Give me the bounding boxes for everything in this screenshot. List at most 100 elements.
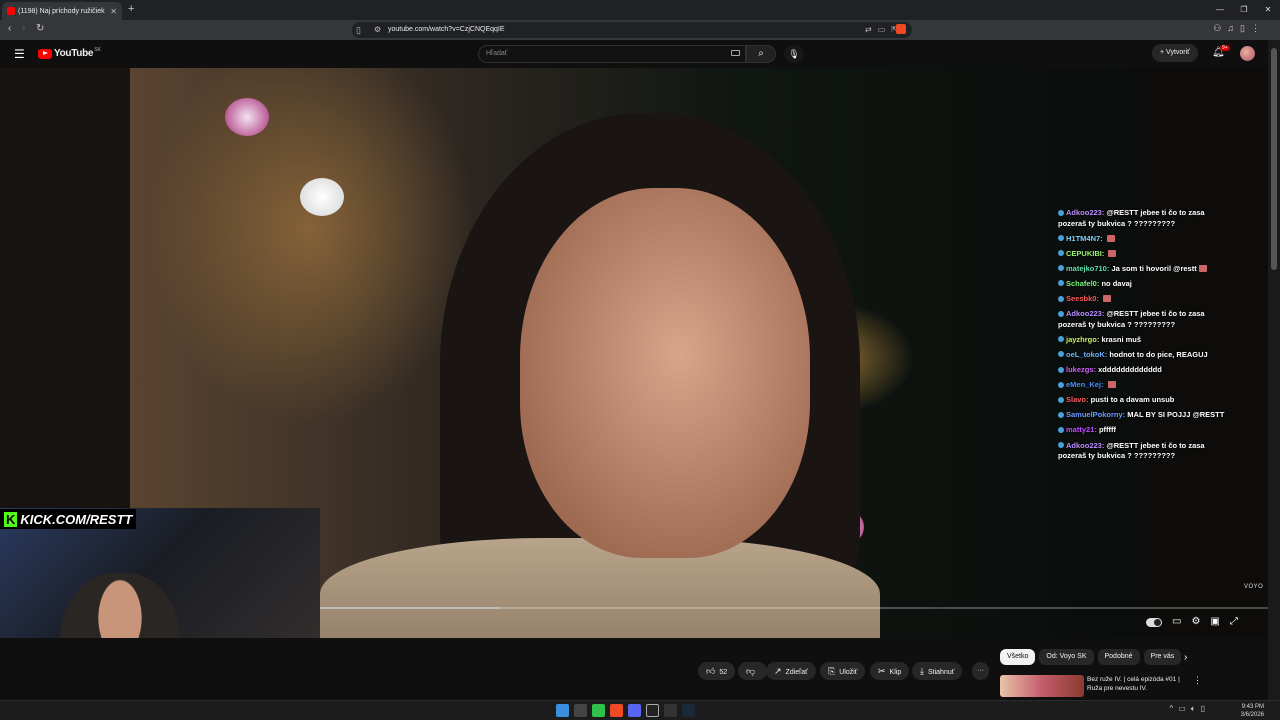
share-icon: ↗ (774, 666, 782, 676)
user-badge-icon (1058, 426, 1064, 433)
chat-text: hodnot to do pice, REAGUJ (1109, 349, 1208, 359)
chat-message: CEPUKIBI: (1058, 249, 1233, 260)
menu-icon[interactable]: ☰ (14, 47, 25, 61)
voice-search-button[interactable]: 🎙︎ (784, 45, 804, 63)
filter-chip[interactable]: Podobné (1097, 649, 1140, 665)
minimize-icon[interactable]: — (1208, 0, 1232, 20)
extensions-icons[interactable]: ⚇♫▯⋮ (1213, 23, 1266, 34)
recommended-video[interactable]: Bez ruže IV. | celá epizóda #01 | Ruža p… (1000, 675, 1202, 697)
fullscreen-icon[interactable]: ⤢ (1230, 616, 1238, 627)
miniplayer-icon[interactable]: ▣ (1210, 616, 1219, 627)
recommended-video-title[interactable]: Bez ruže IV. | celá epizóda #01 | Ruža p… (1087, 675, 1189, 693)
chat-text: Ja som ti hovoril @restt (1111, 263, 1197, 273)
forward-icon[interactable]: › (22, 23, 25, 34)
download-label: Stiahnuť (927, 669, 955, 676)
search-input[interactable]: Hľadať (478, 45, 746, 63)
person-face (520, 188, 810, 558)
subtitles-icon[interactable]: ▭ (1172, 616, 1181, 627)
kick-url-text: KICK.COM/RESTT (20, 511, 133, 527)
close-window-icon[interactable]: ✕ (1256, 0, 1280, 20)
user-badge-icon (1058, 381, 1064, 388)
browser-tabbar: (1198) Naj príchody ružičiek ✕ + — ❐ ✕ (0, 0, 1280, 20)
chat-text: xddddddddddddd (1098, 365, 1162, 375)
page-scrollbar[interactable] (1268, 40, 1280, 700)
player-controls: ▭ ⚙ ▣ ⤢ (1146, 616, 1238, 627)
avatar[interactable] (1240, 46, 1255, 61)
chat-message: oeL_tokoK: hodnot to do pice, REAGUJ (1058, 350, 1233, 361)
chat-username: eMen_Kej: (1066, 380, 1104, 390)
system-tray-icons[interactable]: ^▭🔈︎▯ (1169, 704, 1210, 714)
user-badge-icon (1058, 351, 1064, 358)
chat-username: matty21: (1066, 425, 1097, 435)
autoplay-toggle[interactable] (1146, 618, 1162, 627)
microphone-icon: 🎙︎ (788, 49, 800, 59)
filter-chip[interactable]: Od: Voyo SK (1039, 649, 1094, 665)
filter-chip[interactable]: Pre vás (1143, 649, 1182, 665)
region-code: SK (94, 46, 101, 53)
more-actions-button[interactable]: ··· (972, 662, 989, 680)
site-info-icon[interactable]: ⚙ (374, 22, 381, 38)
clip-button[interactable]: ✂ Klip (870, 662, 910, 680)
url-field[interactable]: ▯ ⚙ youtube.com/watch?v=CzjCNQEqqIE ⇄▭⇱ (352, 22, 912, 38)
user-badge-icon (1058, 280, 1064, 287)
chat-text: pusti to a davam unsub (1090, 395, 1175, 405)
new-tab-icon[interactable]: + (128, 3, 134, 15)
clock-date: 3/6/2026 (1240, 712, 1264, 718)
search-button[interactable]: ⌕ (746, 45, 776, 63)
chat-username: Slavo: (1066, 395, 1089, 405)
chat-message: Schafel0: no davaj (1058, 279, 1233, 290)
user-badge-icon (1058, 366, 1064, 373)
maximize-icon[interactable]: ❐ (1232, 0, 1256, 20)
discord-icon[interactable] (628, 704, 641, 717)
like-button[interactable]: 👍︎ 52 (698, 662, 736, 680)
video-thumbnail[interactable] (1000, 675, 1084, 697)
user-badge-icon (1058, 265, 1064, 272)
create-button[interactable]: + Vytvoriť (1152, 44, 1198, 62)
user-badge-icon (1058, 442, 1064, 448)
windows-start-icon[interactable] (556, 704, 569, 717)
chat-username: Seesbk0: (1066, 294, 1099, 304)
video-player[interactable]: K KICK.COM/RESTT Adkoo223: @RESTT jebee … (0, 68, 1268, 638)
video-menu-icon[interactable]: ⋮ (1193, 675, 1202, 686)
close-tab-icon[interactable]: ✕ (110, 7, 117, 16)
progress-bar[interactable] (320, 607, 1268, 609)
youtube-logo[interactable]: YouTube SK (38, 46, 101, 59)
streamer-figure (60, 573, 180, 638)
player-left-letterbox (0, 68, 130, 508)
more-icon: ··· (977, 667, 984, 674)
back-icon[interactable]: ‹ (8, 23, 11, 34)
download-button[interactable]: ⤓ Stiahnuť (912, 662, 963, 680)
chevron-right-icon[interactable]: › (1184, 652, 1187, 663)
dislike-button[interactable]: 👎︎ (738, 662, 768, 680)
kick-app-icon[interactable] (592, 704, 605, 717)
brave-shield-icon[interactable] (896, 24, 906, 34)
scrollbar-thumb[interactable] (1271, 48, 1277, 270)
filter-chip[interactable]: Všetko (1000, 649, 1036, 665)
save-icon: ⎘ (828, 666, 836, 676)
kick-banner: K KICK.COM/RESTT (0, 509, 137, 529)
kick-logo-icon: K (4, 511, 18, 527)
save-button[interactable]: ⎘ Uložiť (820, 662, 866, 680)
x-app-icon[interactable] (664, 704, 677, 717)
steam-icon[interactable] (682, 704, 695, 717)
bookmark-icon[interactable]: ▯ (356, 22, 361, 38)
obs-icon[interactable] (646, 704, 659, 717)
keyboard-icon[interactable] (731, 50, 740, 56)
taskbar-apps (556, 704, 695, 717)
chat-username: jayzhrgo: (1066, 334, 1100, 344)
chat-text: no davaj (1101, 278, 1132, 288)
address-bar: ‹ › ↻ ▯ ⚙ youtube.com/watch?v=CzjCNQEqqI… (0, 20, 1280, 40)
reload-icon[interactable]: ↻ (36, 23, 44, 34)
browser-tab[interactable]: (1198) Naj príchody ružičiek ✕ (2, 2, 122, 20)
taskbar-clock[interactable]: 9:43 PM 3/6/2026 (1241, 703, 1264, 719)
chat-username: matejko710: (1066, 263, 1110, 273)
share-button[interactable]: ↗ Zdieľať (766, 662, 816, 680)
brave-browser-icon[interactable] (610, 704, 623, 717)
chat-message: Adkoo223: @RESTT jebee ti čo to zasa poz… (1058, 208, 1233, 229)
user-badge-icon (1058, 295, 1064, 302)
chat-username: CEPUKIBI: (1066, 248, 1105, 258)
task-view-icon[interactable] (574, 704, 587, 717)
settings-gear-icon[interactable]: ⚙ (1191, 616, 1200, 627)
chat-message: Seesbk0: (1058, 294, 1233, 305)
windows-taskbar: ^▭🔈︎▯ 9:43 PM 3/6/2026 (0, 700, 1280, 720)
